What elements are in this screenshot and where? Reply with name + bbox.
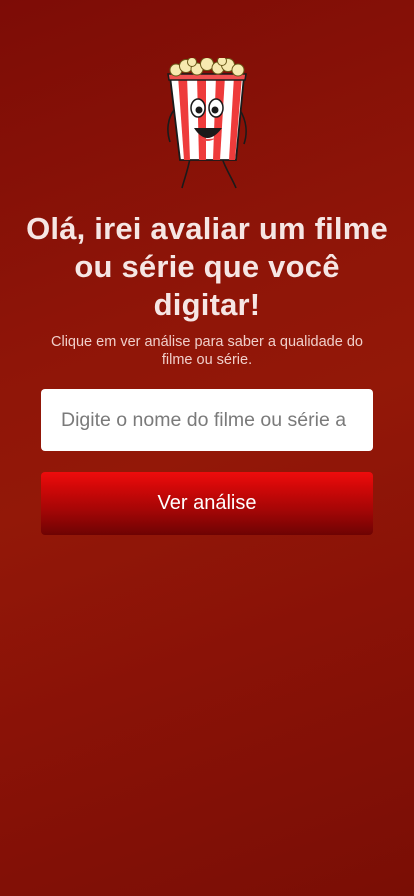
movie-search-input[interactable] [41,389,373,451]
subtitle: Clique em ver análise para saber a quali… [51,334,363,368]
page: Olá, irei avaliar um filme ou série que … [0,0,414,896]
ver-analise-button[interactable]: Ver análise [41,472,373,535]
headline: Olá, irei avaliar um filme ou série que … [26,211,388,322]
popcorn-bucket-mascot-icon [167,58,247,189]
